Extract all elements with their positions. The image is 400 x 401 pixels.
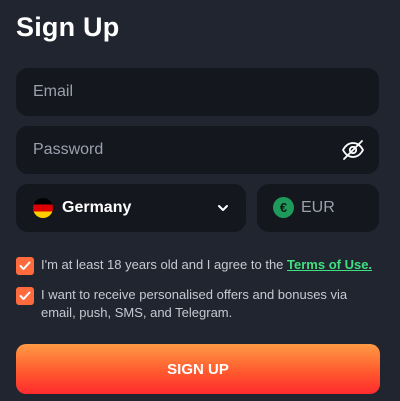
marketing-consent-checkbox[interactable] — [16, 287, 34, 305]
checkmark-icon — [19, 261, 31, 270]
password-field[interactable]: Password — [16, 126, 379, 174]
marketing-consent-text: I want to receive personalised offers an… — [41, 287, 348, 320]
password-placeholder: Password — [33, 141, 104, 158]
country-selected-value: Germany — [62, 199, 132, 216]
currency-label: EUR — [301, 199, 335, 216]
age-consent-text: I'm at least 18 years old and I agree to… — [41, 256, 379, 274]
terms-of-use-link[interactable]: Terms of Use. — [287, 257, 372, 272]
marketing-consent-row: I want to receive personalised offers an… — [16, 286, 379, 322]
email-field[interactable]: Email — [16, 68, 379, 116]
checkmark-icon — [19, 291, 31, 300]
age-consent-row: I'm at least 18 years old and I agree to… — [16, 256, 379, 276]
age-consent-label: I'm at least 18 years old and I agree to… — [41, 257, 284, 272]
hide-password-icon[interactable] — [341, 139, 365, 161]
page-title: Sign Up — [16, 12, 120, 42]
euro-icon: € — [273, 197, 294, 218]
chevron-down-icon — [218, 205, 228, 211]
email-placeholder: Email — [33, 83, 74, 100]
currency-field[interactable]: € EUR — [257, 184, 379, 232]
sign-up-button[interactable]: SIGN UP — [16, 344, 380, 394]
flag-germany-icon — [33, 198, 53, 218]
age-consent-checkbox[interactable] — [16, 257, 34, 275]
country-select[interactable]: Germany — [16, 184, 246, 232]
